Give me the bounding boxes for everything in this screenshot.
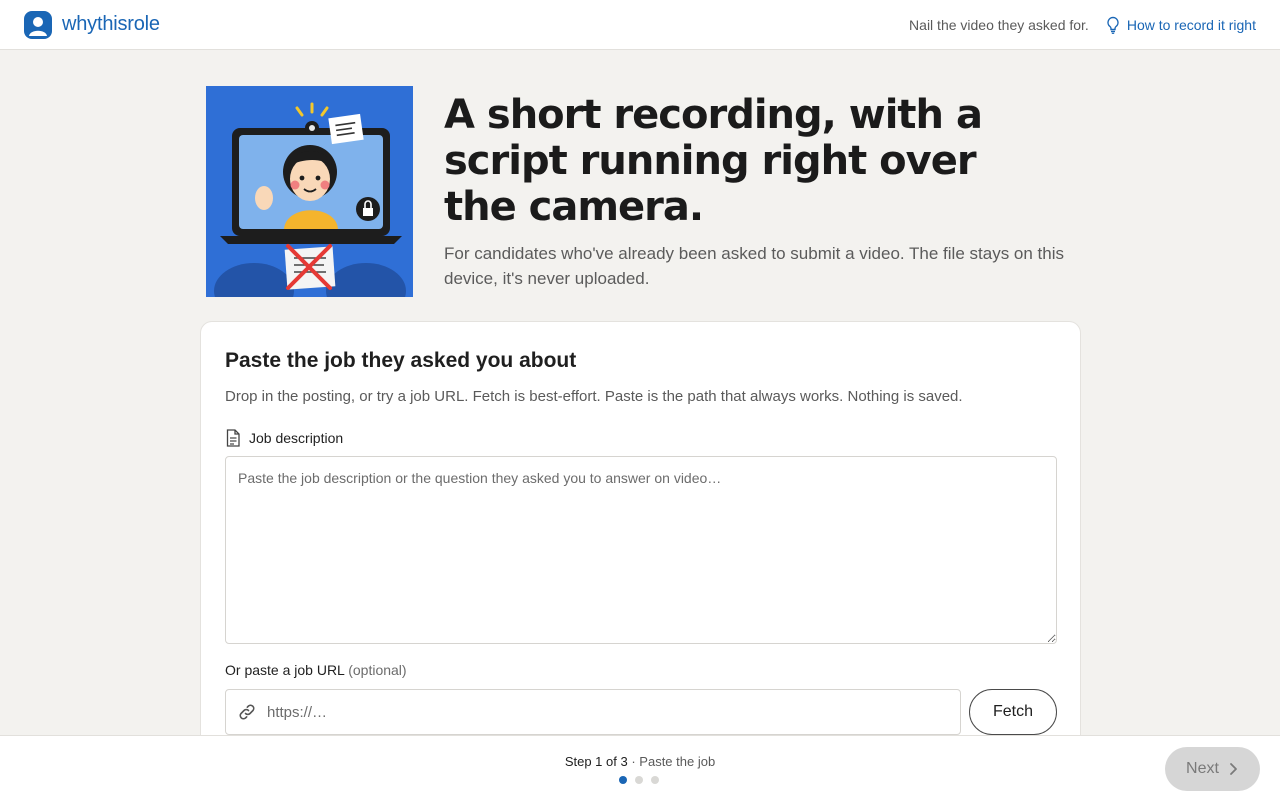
- card-description: Drop in the posting, or try a job URL. F…: [225, 388, 963, 405]
- hero: A short recording, with a script running…: [206, 86, 1076, 298]
- user-avatar-icon: [24, 10, 52, 39]
- job-url-input[interactable]: [267, 690, 960, 734]
- chevron-right-icon: [1230, 763, 1237, 775]
- hero-title: A short recording, with a script running…: [444, 92, 983, 230]
- top-right: Nail the video they asked for. How to re…: [909, 16, 1256, 34]
- url-label: Or paste a job URL (optional): [225, 662, 407, 678]
- step-indicator: Step 1 of 3 · Paste the job: [0, 754, 1280, 769]
- brand-link[interactable]: whythisrole: [24, 10, 160, 39]
- hero-subtitle: For candidates who've already been asked…: [444, 244, 1065, 288]
- step-dot: [619, 776, 627, 784]
- card-title: Paste the job they asked you about: [225, 349, 577, 372]
- howto-label: How to record it right: [1126, 16, 1256, 33]
- url-label-text: Or paste a job URL: [225, 662, 345, 678]
- brand-name: whythisrole: [62, 13, 160, 35]
- job-description-textarea[interactable]: [225, 456, 1057, 644]
- jd-label-text: Job description: [249, 430, 344, 446]
- bottom-bar: Step 1 of 3 · Paste the job Next: [0, 735, 1280, 800]
- lightbulb-icon: [1107, 16, 1119, 34]
- step-dots: [619, 776, 659, 784]
- jd-label: Job description: [225, 429, 343, 447]
- fetch-button[interactable]: Fetch: [969, 689, 1057, 735]
- step-name: Paste the job: [639, 754, 716, 769]
- step-dot: [651, 776, 659, 784]
- next-button[interactable]: Next: [1165, 747, 1260, 791]
- job-card: Paste the job they asked you about Drop …: [200, 321, 1081, 761]
- hero-illustration: [206, 86, 413, 297]
- howto-link[interactable]: How to record it right: [1105, 16, 1256, 34]
- step-separator: ·: [631, 754, 636, 769]
- url-field-wrap: [225, 689, 961, 735]
- top-bar: whythisrole Nail the video they asked fo…: [0, 0, 1280, 50]
- next-label: Next: [1186, 760, 1219, 777]
- step-count: Step 1 of 3: [564, 754, 628, 769]
- tagline: Nail the video they asked for.: [909, 16, 1089, 33]
- url-optional-text: (optional): [348, 662, 407, 678]
- document-icon: [226, 429, 240, 447]
- step-dot: [635, 776, 643, 784]
- link-icon: [239, 704, 255, 720]
